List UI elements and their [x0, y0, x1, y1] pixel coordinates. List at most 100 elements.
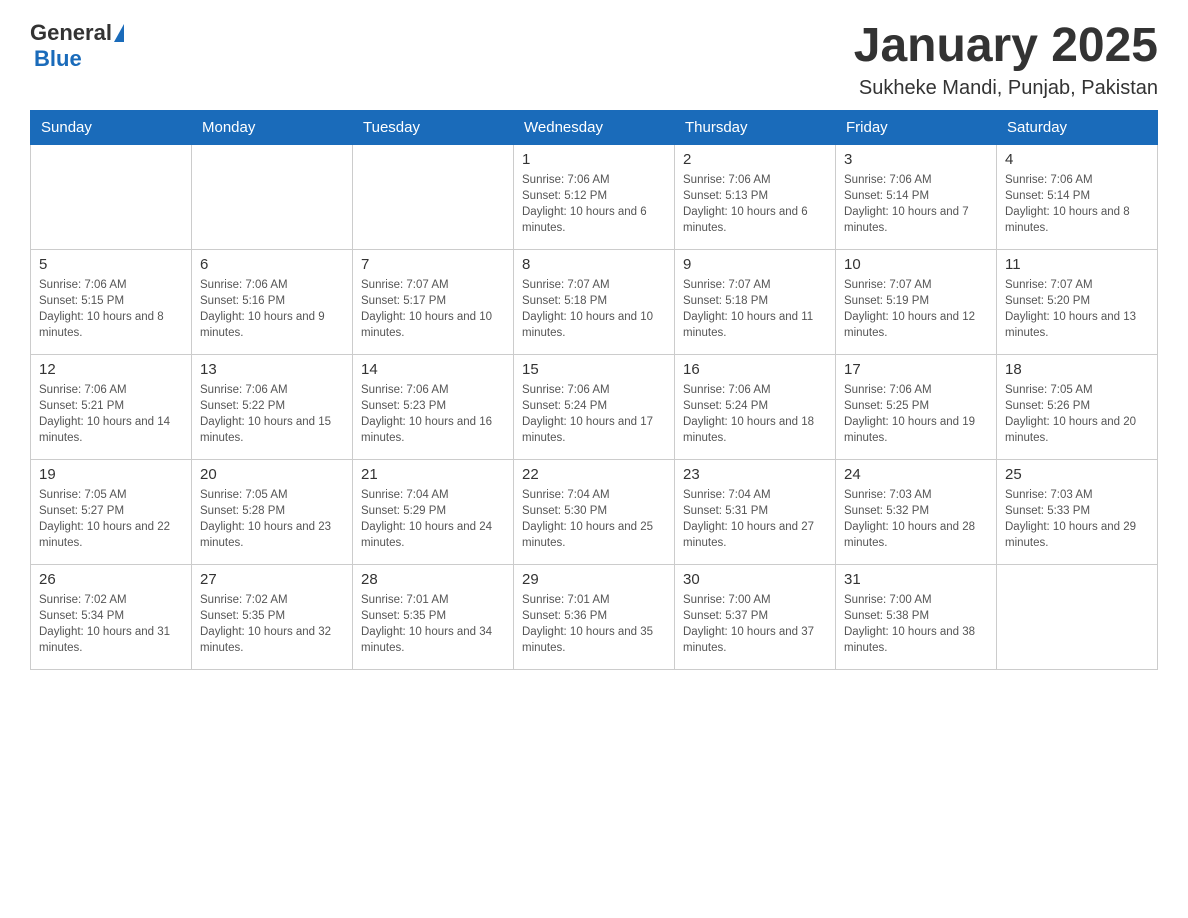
day-info: Sunrise: 7:00 AM Sunset: 5:38 PM Dayligh… — [844, 592, 988, 656]
day-number: 16 — [683, 361, 827, 378]
logo: General Blue — [30, 20, 124, 72]
page-header: General Blue January 2025 Sukheke Mandi,… — [30, 20, 1158, 100]
day-of-week-header: Thursday — [675, 110, 836, 144]
title-block: January 2025 Sukheke Mandi, Punjab, Paki… — [854, 20, 1158, 100]
day-info: Sunrise: 7:06 AM Sunset: 5:12 PM Dayligh… — [522, 172, 666, 236]
day-number: 15 — [522, 361, 666, 378]
day-info: Sunrise: 7:07 AM Sunset: 5:18 PM Dayligh… — [683, 277, 827, 341]
day-of-week-header: Monday — [192, 110, 353, 144]
day-info: Sunrise: 7:03 AM Sunset: 5:32 PM Dayligh… — [844, 487, 988, 551]
day-number: 31 — [844, 571, 988, 588]
calendar-week-row: 5 Sunrise: 7:06 AM Sunset: 5:15 PM Daylig… — [31, 249, 1158, 354]
day-number: 8 — [522, 256, 666, 273]
calendar-cell: 23 Sunrise: 7:04 AM Sunset: 5:31 PM Dayli… — [675, 459, 836, 564]
calendar-cell: 10 Sunrise: 7:07 AM Sunset: 5:19 PM Dayli… — [836, 249, 997, 354]
calendar-cell — [997, 564, 1158, 669]
calendar-cell: 31 Sunrise: 7:00 AM Sunset: 5:38 PM Dayli… — [836, 564, 997, 669]
day-info: Sunrise: 7:04 AM Sunset: 5:30 PM Dayligh… — [522, 487, 666, 551]
calendar-cell — [353, 144, 514, 249]
location-title: Sukheke Mandi, Punjab, Pakistan — [854, 77, 1158, 100]
day-info: Sunrise: 7:06 AM Sunset: 5:25 PM Dayligh… — [844, 382, 988, 446]
calendar-cell: 12 Sunrise: 7:06 AM Sunset: 5:21 PM Dayli… — [31, 354, 192, 459]
calendar-cell: 25 Sunrise: 7:03 AM Sunset: 5:33 PM Dayli… — [997, 459, 1158, 564]
day-number: 12 — [39, 361, 183, 378]
calendar-cell: 14Sunrise: 7:06 AM Sunset: 5:23 PM Dayli… — [353, 354, 514, 459]
calendar-week-row: 12 Sunrise: 7:06 AM Sunset: 5:21 PM Dayli… — [31, 354, 1158, 459]
day-info: Sunrise: 7:06 AM Sunset: 5:22 PM Dayligh… — [200, 382, 344, 446]
calendar-cell: 26 Sunrise: 7:02 AM Sunset: 5:34 PM Dayli… — [31, 564, 192, 669]
day-of-week-header: Wednesday — [514, 110, 675, 144]
month-title: January 2025 — [854, 20, 1158, 73]
calendar-cell: 27 Sunrise: 7:02 AM Sunset: 5:35 PM Dayli… — [192, 564, 353, 669]
day-number: 21 — [361, 466, 505, 483]
calendar-cell: 5 Sunrise: 7:06 AM Sunset: 5:15 PM Daylig… — [31, 249, 192, 354]
day-number: 28 — [361, 571, 505, 588]
day-info: Sunrise: 7:06 AM Sunset: 5:15 PM Dayligh… — [39, 277, 183, 341]
day-info: Sunrise: 7:06 AM Sunset: 5:21 PM Dayligh… — [39, 382, 183, 446]
calendar-cell — [192, 144, 353, 249]
calendar-header-row: SundayMondayTuesdayWednesdayThursdayFrid… — [31, 110, 1158, 144]
day-number: 13 — [200, 361, 344, 378]
calendar-cell: 18 Sunrise: 7:05 AM Sunset: 5:26 PM Dayli… — [997, 354, 1158, 459]
day-info: Sunrise: 7:04 AM Sunset: 5:29 PM Dayligh… — [361, 487, 505, 551]
day-number: 22 — [522, 466, 666, 483]
day-info: Sunrise: 7:06 AM Sunset: 5:16 PM Dayligh… — [200, 277, 344, 341]
calendar-cell: 8 Sunrise: 7:07 AM Sunset: 5:18 PM Daylig… — [514, 249, 675, 354]
day-info: Sunrise: 7:02 AM Sunset: 5:35 PM Dayligh… — [200, 592, 344, 656]
day-info: Sunrise: 7:06 AM Sunset: 5:14 PM Dayligh… — [844, 172, 988, 236]
calendar-cell: 17 Sunrise: 7:06 AM Sunset: 5:25 PM Dayli… — [836, 354, 997, 459]
day-info: Sunrise: 7:07 AM Sunset: 5:17 PM Dayligh… — [361, 277, 505, 341]
day-info: Sunrise: 7:07 AM Sunset: 5:20 PM Dayligh… — [1005, 277, 1149, 341]
day-number: 18 — [1005, 361, 1149, 378]
day-info: Sunrise: 7:07 AM Sunset: 5:18 PM Dayligh… — [522, 277, 666, 341]
day-number: 14 — [361, 361, 505, 378]
day-number: 30 — [683, 571, 827, 588]
day-number: 29 — [522, 571, 666, 588]
calendar-cell — [31, 144, 192, 249]
day-number: 26 — [39, 571, 183, 588]
day-number: 6 — [200, 256, 344, 273]
calendar-cell: 1 Sunrise: 7:06 AM Sunset: 5:12 PM Daylig… — [514, 144, 675, 249]
calendar-cell: 3 Sunrise: 7:06 AM Sunset: 5:14 PM Daylig… — [836, 144, 997, 249]
calendar-cell: 20Sunrise: 7:05 AM Sunset: 5:28 PM Dayli… — [192, 459, 353, 564]
calendar-cell: 7 Sunrise: 7:07 AM Sunset: 5:17 PM Daylig… — [353, 249, 514, 354]
day-number: 1 — [522, 151, 666, 168]
calendar-week-row: 1 Sunrise: 7:06 AM Sunset: 5:12 PM Daylig… — [31, 144, 1158, 249]
day-number: 11 — [1005, 256, 1149, 273]
day-info: Sunrise: 7:06 AM Sunset: 5:13 PM Dayligh… — [683, 172, 827, 236]
day-number: 7 — [361, 256, 505, 273]
calendar-cell: 4 Sunrise: 7:06 AM Sunset: 5:14 PM Daylig… — [997, 144, 1158, 249]
day-number: 17 — [844, 361, 988, 378]
day-number: 5 — [39, 256, 183, 273]
day-number: 3 — [844, 151, 988, 168]
day-info: Sunrise: 7:06 AM Sunset: 5:14 PM Dayligh… — [1005, 172, 1149, 236]
day-info: Sunrise: 7:05 AM Sunset: 5:27 PM Dayligh… — [39, 487, 183, 551]
day-info: Sunrise: 7:05 AM Sunset: 5:26 PM Dayligh… — [1005, 382, 1149, 446]
calendar-cell: 11 Sunrise: 7:07 AM Sunset: 5:20 PM Dayli… — [997, 249, 1158, 354]
day-number: 25 — [1005, 466, 1149, 483]
day-number: 27 — [200, 571, 344, 588]
calendar-cell: 28 Sunrise: 7:01 AM Sunset: 5:35 PM Dayli… — [353, 564, 514, 669]
calendar-cell: 2 Sunrise: 7:06 AM Sunset: 5:13 PM Daylig… — [675, 144, 836, 249]
calendar-cell: 9Sunrise: 7:07 AM Sunset: 5:18 PM Daylig… — [675, 249, 836, 354]
day-number: 4 — [1005, 151, 1149, 168]
calendar-cell: 19 Sunrise: 7:05 AM Sunset: 5:27 PM Dayli… — [31, 459, 192, 564]
logo-blue-text: Blue — [34, 46, 82, 72]
day-number: 20 — [200, 466, 344, 483]
day-info: Sunrise: 7:04 AM Sunset: 5:31 PM Dayligh… — [683, 487, 827, 551]
calendar-cell: 29Sunrise: 7:01 AM Sunset: 5:36 PM Dayli… — [514, 564, 675, 669]
day-number: 10 — [844, 256, 988, 273]
calendar-cell: 30 Sunrise: 7:00 AM Sunset: 5:37 PM Dayli… — [675, 564, 836, 669]
day-number: 23 — [683, 466, 827, 483]
day-info: Sunrise: 7:00 AM Sunset: 5:37 PM Dayligh… — [683, 592, 827, 656]
calendar-week-row: 19 Sunrise: 7:05 AM Sunset: 5:27 PM Dayli… — [31, 459, 1158, 564]
calendar-table: SundayMondayTuesdayWednesdayThursdayFrid… — [30, 110, 1158, 670]
day-info: Sunrise: 7:07 AM Sunset: 5:19 PM Dayligh… — [844, 277, 988, 341]
day-number: 2 — [683, 151, 827, 168]
calendar-week-row: 26 Sunrise: 7:02 AM Sunset: 5:34 PM Dayli… — [31, 564, 1158, 669]
calendar-cell: 15Sunrise: 7:06 AM Sunset: 5:24 PM Dayli… — [514, 354, 675, 459]
day-number: 19 — [39, 466, 183, 483]
day-info: Sunrise: 7:02 AM Sunset: 5:34 PM Dayligh… — [39, 592, 183, 656]
day-info: Sunrise: 7:01 AM Sunset: 5:35 PM Dayligh… — [361, 592, 505, 656]
day-info: Sunrise: 7:03 AM Sunset: 5:33 PM Dayligh… — [1005, 487, 1149, 551]
